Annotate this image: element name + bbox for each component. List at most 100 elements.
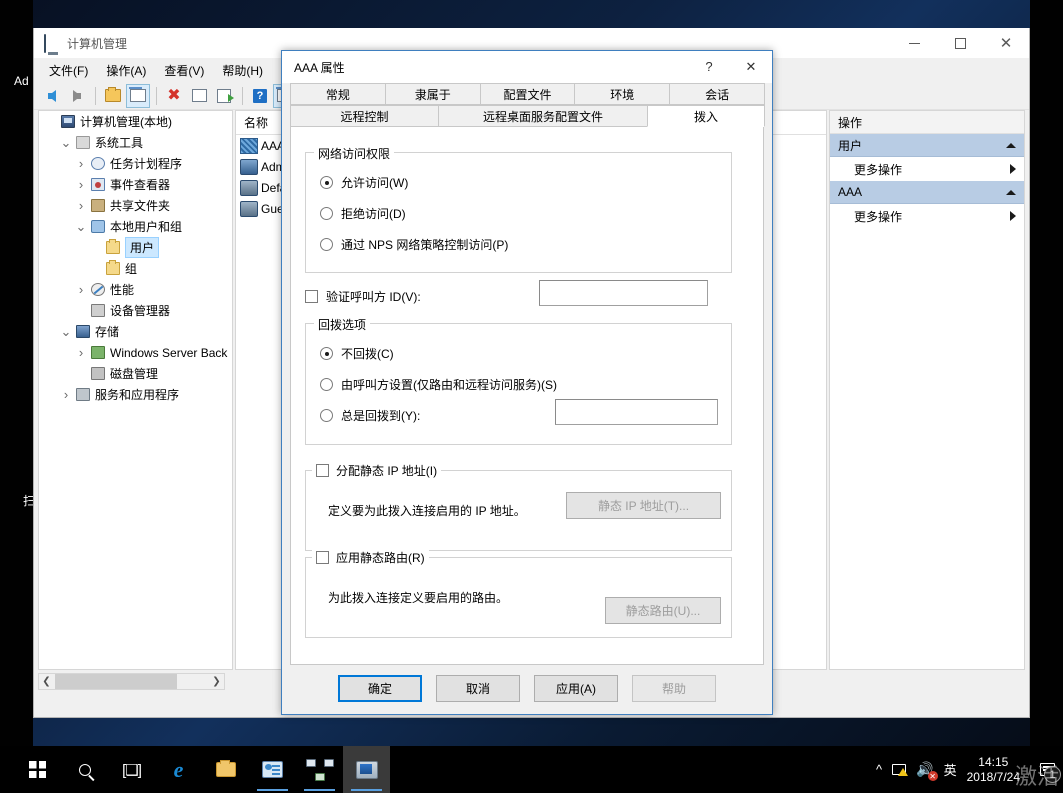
chevron-right-icon[interactable]: ›	[73, 345, 89, 360]
delete-button[interactable]: ✖	[162, 84, 186, 108]
ok-button[interactable]: 确定	[338, 674, 422, 702]
tree-node-label: 共享文件夹	[110, 199, 171, 213]
static-ip-group-checkbox[interactable]: 分配静态 IP 地址(I)	[312, 462, 442, 479]
tree-node[interactable]: ⌄ 系统工具	[39, 132, 232, 153]
tree-node[interactable]: › 服务和应用程序	[39, 384, 232, 405]
help-button[interactable]: ?	[248, 84, 272, 108]
tree-horizontal-scrollbar[interactable]: ❮ ❯	[38, 672, 225, 690]
dialog-help-footer-button[interactable]: 帮助	[632, 674, 716, 702]
tab-member-of[interactable]: 隶属于	[384, 83, 481, 105]
static-ip-addresses-button[interactable]: 静态 IP 地址(T)...	[566, 492, 721, 519]
tree-node[interactable]: › 性能	[39, 279, 232, 300]
dial-in-tab-panel: 网络访问权限 允许访问(W) 拒绝访问(D) 通过 NPS 网络策略控制访问(P…	[290, 127, 764, 665]
network-connections-taskbar-button[interactable]	[296, 746, 343, 793]
computer-management-taskbar-button[interactable]	[343, 746, 390, 793]
tab-dial-in[interactable]: 拨入	[647, 105, 765, 127]
network-warning-icon[interactable]	[892, 764, 909, 776]
scroll-left-icon[interactable]: ❮	[39, 676, 54, 687]
checkbox-indicator	[316, 551, 329, 564]
close-icon: ✕	[999, 34, 1013, 52]
static-routes-group-label: 应用静态路由(R)	[336, 551, 425, 565]
tree-node[interactable]: 组	[39, 258, 232, 279]
radio-deny-access[interactable]: 拒绝访问(D)	[320, 205, 406, 222]
forward-button[interactable]	[65, 84, 89, 108]
menu-file[interactable]: 文件(F)	[40, 59, 97, 82]
minimize-button[interactable]	[891, 28, 937, 58]
tree-node-label: 服务和应用程序	[95, 388, 180, 402]
static-routes-button[interactable]: 静态路由(U)...	[605, 597, 721, 624]
up-folder-icon	[105, 87, 121, 102]
export-list-button[interactable]	[212, 84, 236, 108]
ime-indicator[interactable]: 英	[944, 760, 957, 779]
search-button[interactable]	[61, 746, 108, 793]
desktop-right-area	[1030, 0, 1063, 746]
task-view-button[interactable]: [❑]	[108, 746, 155, 793]
chevron-right-icon[interactable]: ›	[73, 198, 89, 213]
tree-node[interactable]: ⌄ 本地用户和组	[39, 216, 232, 237]
tree-node[interactable]: › 共享文件夹	[39, 195, 232, 216]
tree-node[interactable]: 磁盘管理	[39, 363, 232, 384]
tab-remote-control[interactable]: 远程控制	[290, 105, 439, 127]
internet-explorer-button[interactable]: e	[155, 746, 202, 793]
show-hide-tree-button[interactable]	[126, 83, 150, 108]
properties-button[interactable]	[187, 84, 211, 108]
cancel-button[interactable]: 取消	[436, 674, 520, 702]
tree-node[interactable]: › Windows Server Back	[39, 342, 232, 363]
tab-profile[interactable]: 配置文件	[479, 83, 576, 105]
maximize-button[interactable]	[937, 28, 983, 58]
checkbox-verify-caller-id[interactable]: 验证呼叫方 ID(V):	[305, 288, 421, 305]
menu-help[interactable]: 帮助(H)	[213, 59, 272, 82]
chevron-right-icon[interactable]: ›	[73, 177, 89, 192]
clock[interactable]: 14:15 2018/7/24	[967, 755, 1020, 785]
menu-action[interactable]: 操作(A)	[97, 59, 155, 82]
actions-pane: 操作 用户 更多操作 AAA 更多操作	[829, 110, 1025, 670]
dialog-close-button[interactable]: ✕	[730, 51, 772, 82]
tab-sessions[interactable]: 会话	[669, 83, 765, 105]
volume-muted-icon[interactable]: 🔊 ✕	[916, 761, 938, 781]
scrollbar-thumb[interactable]	[55, 673, 177, 689]
menu-view[interactable]: 查看(V)	[155, 59, 213, 82]
tree-node[interactable]: 计算机管理(本地)	[39, 111, 232, 132]
tree-node[interactable]: 用户	[39, 237, 232, 258]
up-folder-button[interactable]	[101, 84, 125, 108]
close-button[interactable]: ✕	[983, 28, 1029, 58]
tab-rds-profile[interactable]: 远程桌面服务配置文件	[438, 105, 648, 127]
chevron-down-icon[interactable]: ⌄	[58, 324, 74, 340]
radio-indicator	[320, 176, 333, 189]
tab-general[interactable]: 常规	[290, 83, 386, 105]
chevron-down-icon[interactable]: ⌄	[58, 135, 74, 151]
tab-environment[interactable]: 环境	[574, 83, 671, 105]
taskbar: [❑] e ^ 🔊 ✕ 英 14:15 2018/7/24 1 激活	[0, 746, 1063, 793]
tree-node[interactable]: 设备管理器	[39, 300, 232, 321]
back-button[interactable]	[40, 84, 64, 108]
static-routes-group-checkbox[interactable]: 应用静态路由(R)	[312, 549, 429, 566]
radio-allow-access[interactable]: 允许访问(W)	[320, 174, 408, 191]
callback-number-input[interactable]	[555, 399, 718, 425]
chevron-right-icon[interactable]: ›	[73, 156, 89, 171]
actions-group-header-users[interactable]: 用户	[830, 134, 1024, 157]
scroll-right-icon[interactable]: ❯	[209, 676, 224, 687]
tree-node[interactable]: › 事件查看器	[39, 174, 232, 195]
help-icon: ?	[253, 88, 267, 103]
start-button[interactable]	[14, 746, 61, 793]
tree-node[interactable]: › 任务计划程序	[39, 153, 232, 174]
radio-control-via-nps[interactable]: 通过 NPS 网络策略控制访问(P)	[320, 236, 508, 253]
verify-caller-id-input[interactable]	[539, 280, 708, 306]
show-hidden-icons-button[interactable]: ^	[876, 762, 882, 777]
chevron-right-icon[interactable]: ›	[73, 282, 89, 297]
actions-group-header-aaa[interactable]: AAA	[830, 181, 1024, 204]
mmc-console-taskbar-button[interactable]	[249, 746, 296, 793]
chevron-right-icon[interactable]: ›	[58, 387, 74, 402]
apply-button[interactable]: 应用(A)	[534, 674, 618, 702]
chevron-down-icon[interactable]: ⌄	[73, 219, 89, 235]
window-title: 计算机管理	[67, 36, 128, 51]
action-more-actions-users[interactable]: 更多操作	[830, 157, 1024, 181]
radio-no-callback[interactable]: 不回拨(C)	[320, 345, 394, 362]
radio-always-callback-to[interactable]: 总是回拨到(Y):	[320, 407, 420, 424]
action-more-actions-aaa[interactable]: 更多操作	[830, 204, 1024, 228]
tree-node[interactable]: ⌄ 存储	[39, 321, 232, 342]
dialog-help-button[interactable]: ?	[688, 51, 730, 82]
desktop-icon-label-1[interactable]: Ad	[14, 74, 29, 88]
file-explorer-button[interactable]	[202, 746, 249, 793]
radio-set-by-caller[interactable]: 由呼叫方设置(仅路由和远程访问服务)(S)	[320, 376, 557, 393]
